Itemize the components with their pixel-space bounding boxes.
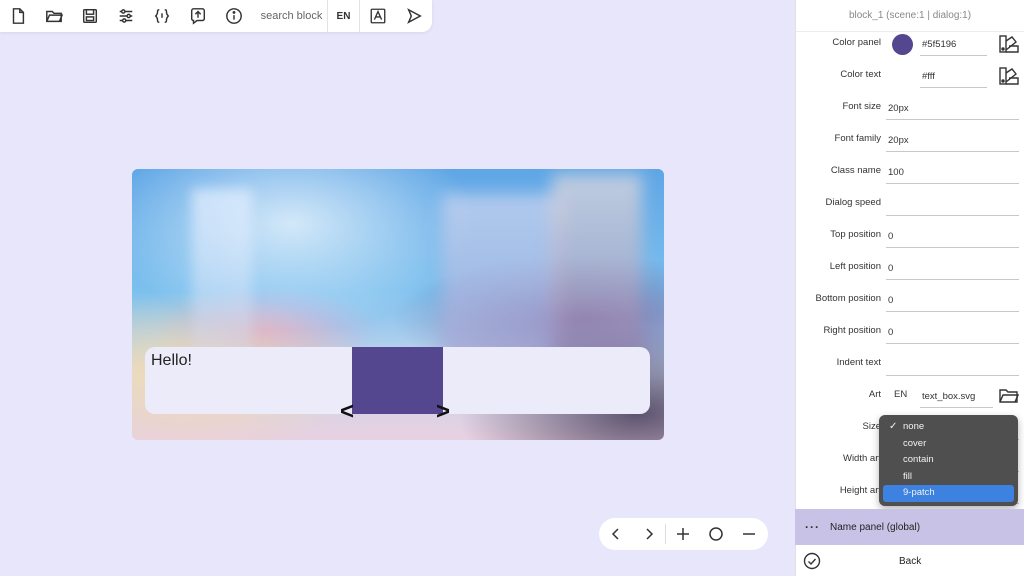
color-panel-field[interactable]: #5f5196	[920, 32, 987, 56]
indent-text-label: Indent text	[836, 357, 881, 368]
font-family-row: Font family 20px	[796, 124, 1024, 156]
size-option-label: 9-patch	[903, 487, 935, 498]
code-braces-icon[interactable]	[144, 0, 180, 32]
color-text-label: Color text	[840, 69, 881, 80]
chevron-right-icon[interactable]	[632, 518, 665, 550]
font-family-field[interactable]: 20px	[886, 128, 1019, 152]
font-size-field[interactable]: 20px	[886, 96, 1019, 120]
folder-icon[interactable]	[999, 388, 1019, 404]
background-building	[192, 189, 252, 369]
left-position-row: Left position 0	[796, 252, 1024, 284]
right-position-label: Right position	[823, 325, 881, 336]
info-icon[interactable]	[216, 0, 252, 32]
check-circle-icon[interactable]	[803, 552, 821, 570]
art-row: Art EN text_box.svg	[796, 380, 1024, 412]
back-label: Back	[899, 555, 922, 567]
color-text-row: Color text #fff	[796, 60, 1024, 92]
dialog-art-panel	[352, 347, 443, 414]
sliders-icon[interactable]	[108, 0, 144, 32]
save-icon[interactable]	[72, 0, 108, 32]
back-button[interactable]: Back	[795, 546, 1024, 576]
chevron-left-icon[interactable]	[599, 518, 632, 550]
art-label: Art	[868, 389, 881, 400]
size-option-label: contain	[903, 454, 934, 465]
checkmark-icon: ✓	[889, 421, 898, 432]
dialog-next-arrow[interactable]: >	[436, 398, 450, 426]
name-panel-bar[interactable]: ··· Name panel (global)	[795, 509, 1024, 545]
dialog-prev-arrow[interactable]: <	[340, 398, 354, 426]
top-position-row: Top position 0	[796, 220, 1024, 252]
indent-text-field[interactable]	[886, 352, 1019, 376]
dialog-speed-field[interactable]	[886, 192, 1019, 216]
size-option-label: none	[903, 421, 925, 432]
bottom-position-row: Bottom position 0	[796, 284, 1024, 316]
left-position-field[interactable]: 0	[886, 256, 1019, 280]
width-art-label: Width art	[842, 453, 881, 464]
upload-icon[interactable]	[180, 0, 216, 32]
font-size-label: Font size	[842, 101, 881, 112]
font-size-row: Font size 20px	[796, 92, 1024, 124]
search-block-input[interactable]: search block	[256, 0, 328, 32]
indent-text-row: Indent text	[796, 348, 1024, 380]
class-name-field[interactable]: 100	[886, 160, 1019, 184]
translate-icon[interactable]	[360, 0, 396, 32]
size-option-contain[interactable]: contain	[883, 452, 1014, 469]
palette-icon[interactable]	[999, 67, 1019, 85]
font-family-label: Font family	[834, 133, 881, 144]
size-dropdown: ✓ none cover contain fill 9-patch	[879, 415, 1018, 506]
top-position-label: Top position	[830, 229, 881, 240]
class-name-label: Class name	[830, 165, 881, 176]
name-panel-label: Name panel (global)	[830, 521, 921, 533]
size-option-cover[interactable]: cover	[883, 436, 1014, 453]
open-folder-icon[interactable]	[36, 0, 72, 32]
more-dots-icon[interactable]: ···	[805, 520, 820, 534]
reset-zoom-icon[interactable]	[699, 518, 732, 550]
art-field[interactable]: text_box.svg	[920, 384, 993, 408]
size-option-label: fill	[903, 470, 912, 482]
size-option-9-patch[interactable]: 9-patch	[883, 485, 1014, 502]
color-text-field[interactable]: #fff	[920, 64, 987, 88]
left-position-label: Left position	[829, 261, 881, 272]
size-option-fill[interactable]: fill	[883, 469, 1014, 486]
color-panel-label: Color panel	[832, 37, 881, 48]
bottom-position-label: Bottom position	[815, 293, 881, 304]
art-language[interactable]: EN	[894, 389, 907, 400]
bottom-position-field[interactable]: 0	[886, 288, 1019, 312]
right-position-row: Right position 0	[796, 316, 1024, 348]
class-name-row: Class name 100	[796, 156, 1024, 188]
zoom-controls	[599, 518, 768, 550]
right-position-field[interactable]: 0	[886, 320, 1019, 344]
new-file-icon[interactable]	[0, 0, 36, 32]
color-panel-swatch[interactable]	[892, 34, 913, 55]
size-option-label: cover	[903, 437, 927, 449]
dialog-speed-row: Dialog speed	[796, 188, 1024, 220]
top-toolbar: search block EN	[0, 0, 432, 32]
play-icon[interactable]	[396, 0, 432, 32]
palette-icon[interactable]	[999, 35, 1019, 53]
top-position-field[interactable]: 0	[886, 224, 1019, 248]
zoom-in-icon[interactable]	[666, 518, 699, 550]
size-option-none[interactable]: ✓ none	[883, 419, 1014, 436]
color-panel-row: Color panel #5f5196	[796, 28, 1024, 60]
language-toggle[interactable]: EN	[328, 0, 360, 32]
zoom-out-icon[interactable]	[732, 518, 765, 550]
dialog-text: Hello!	[151, 352, 192, 369]
height-art-label: Height art	[839, 485, 881, 496]
dialog-speed-label: Dialog speed	[825, 197, 881, 208]
